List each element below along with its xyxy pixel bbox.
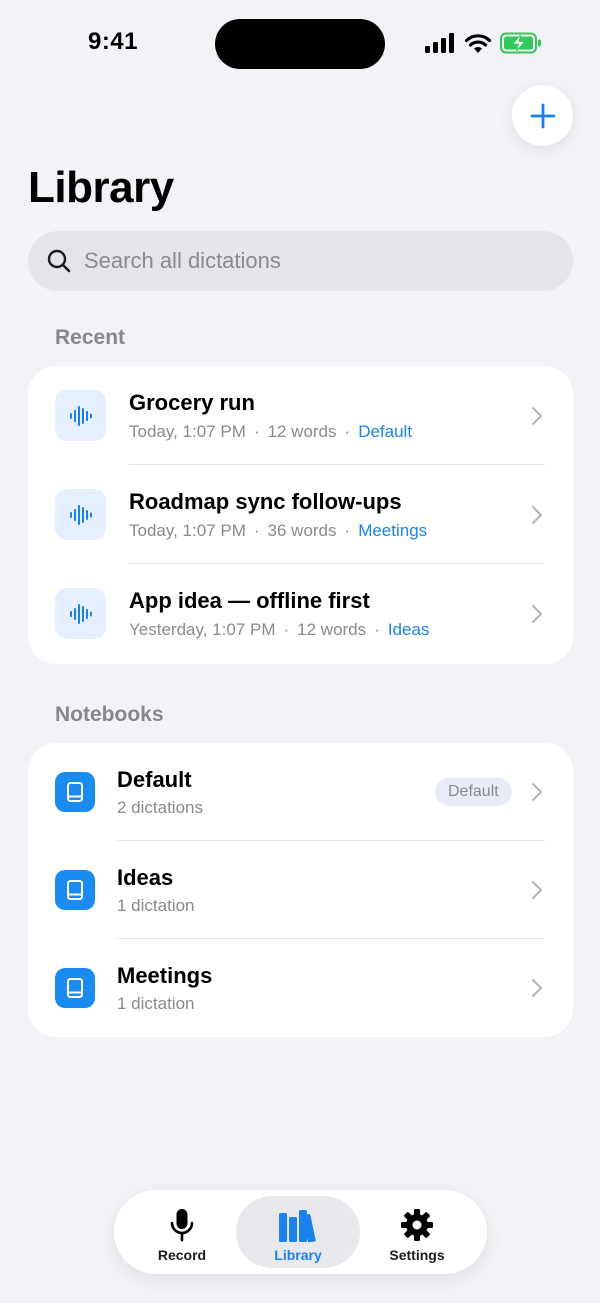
search-bar[interactable] (28, 231, 573, 291)
plus-icon (530, 103, 555, 128)
tab-label: Library (274, 1247, 322, 1263)
recent-list: Grocery run Today, 1:07 PM · 12 words · Defa… (28, 366, 573, 664)
battery-charging-icon (500, 32, 541, 54)
book-icon (55, 772, 95, 812)
recent-item-app-idea[interactable]: App idea — offline first Yesterday, 1:07… (28, 564, 573, 663)
gear-icon (400, 1206, 434, 1242)
notebook-count: 1 dictation (117, 896, 195, 915)
recent-item-date: Today, 1:07 PM (129, 521, 246, 540)
microphone-icon (169, 1206, 195, 1242)
recent-item-title: App idea — offline first (129, 588, 370, 613)
recent-item-grocery-run[interactable]: Grocery run Today, 1:07 PM · 12 words · Defa… (28, 366, 573, 465)
chevron-right-icon (531, 880, 543, 900)
book-icon (55, 870, 95, 910)
recent-item-date: Today, 1:07 PM (129, 422, 246, 441)
recent-item-notebook-tag: Ideas (387, 620, 430, 639)
tab-settings[interactable]: Settings (355, 1196, 479, 1268)
recent-item-meta: Yesterday, 1:07 PM · 12 words · Ideas (129, 620, 430, 639)
chevron-right-icon (531, 406, 543, 425)
waveform-icon (55, 489, 106, 540)
notebook-item-ideas[interactable]: Ideas 1 dictation (28, 841, 573, 939)
dynamic-island (215, 19, 385, 69)
default-badge: Default (435, 778, 512, 806)
waveform-icon (55, 390, 106, 441)
recent-item-title: Grocery run (129, 390, 255, 415)
recent-item-title: Roadmap sync follow-ups (129, 489, 402, 514)
notebook-name: Default (117, 767, 192, 792)
waveform-icon (55, 588, 106, 639)
tab-label: Record (157, 1247, 207, 1263)
notebook-name: Ideas (117, 865, 174, 890)
status-time: 9:41 (87, 28, 139, 55)
wifi-icon (464, 33, 492, 53)
tab-record[interactable]: Record (120, 1196, 244, 1268)
search-icon (46, 246, 76, 276)
notebook-item-default[interactable]: Default 2 dictations Default (28, 743, 573, 841)
notebook-count: 2 dictations (117, 798, 203, 817)
status-icons (424, 30, 542, 56)
tab-library[interactable]: Library (236, 1196, 360, 1268)
recent-item-words: 12 words (297, 620, 367, 639)
chevron-right-icon (531, 505, 543, 524)
chevron-right-icon (531, 604, 543, 623)
recent-item-date: Yesterday, 1:07 PM (129, 620, 276, 639)
recent-item-notebook-tag: Meetings (358, 521, 428, 540)
recent-item-words: 36 words (267, 521, 337, 540)
notebook-count: 1 dictation (117, 994, 195, 1013)
recent-item-words: 12 words (267, 422, 337, 441)
notebook-item-meetings[interactable]: Meetings 1 dictation (28, 939, 573, 1037)
notebooks-list: Default 2 dictations Default Ideas 1 dic… (28, 743, 573, 1037)
books-icon (278, 1206, 318, 1242)
search-input[interactable] (84, 248, 484, 274)
notebooks-section-header: Notebooks (55, 703, 164, 726)
chevron-right-icon (531, 782, 543, 802)
page-title: Library (28, 163, 174, 212)
recent-section-header: Recent (55, 326, 126, 349)
cellular-signal-icon (425, 33, 454, 53)
notebook-name: Meetings (117, 963, 213, 988)
recent-item-meta: Today, 1:07 PM · 12 words · Default (129, 422, 413, 441)
tab-bar: Record Library Settings (114, 1190, 487, 1274)
recent-item-roadmap-sync[interactable]: Roadmap sync follow-ups Today, 1:07 PM · 3… (28, 465, 573, 564)
book-icon (55, 968, 95, 1008)
recent-item-notebook-tag: Default (358, 422, 413, 441)
tab-label: Settings (389, 1247, 445, 1263)
recent-item-meta: Today, 1:07 PM · 36 words · Meetings (129, 521, 428, 540)
add-button[interactable] (512, 85, 573, 146)
status-bar: 9:41 (0, 0, 600, 90)
chevron-right-icon (531, 978, 543, 998)
